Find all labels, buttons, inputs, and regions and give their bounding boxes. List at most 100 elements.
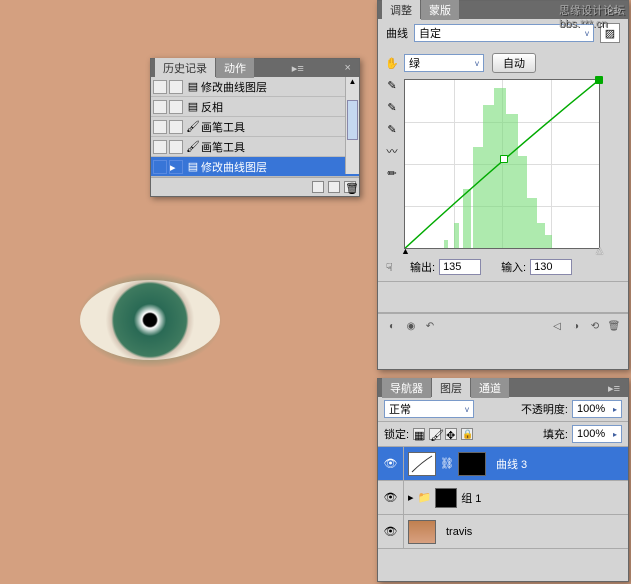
lock-position-icon[interactable]: ✥ (445, 428, 457, 440)
curve-draw-icon[interactable]: ✏ (384, 165, 400, 181)
layer-name[interactable]: 曲线 3 (490, 456, 527, 472)
blend-mode-select[interactable]: 正常v (384, 400, 474, 418)
history-item[interactable]: ▤ 反相 (151, 97, 359, 117)
document-icon: ▤ (185, 80, 201, 93)
history-item[interactable]: 🖌 画笔工具 (151, 117, 359, 137)
history-item-current[interactable]: ▸ ▤ 修改曲线图层 (151, 157, 359, 177)
auto-button[interactable]: 自动 (492, 53, 536, 73)
scrollbar-thumb[interactable] (347, 100, 358, 140)
layer-mask-thumb[interactable] (458, 452, 486, 476)
chevron-down-icon: v (475, 59, 479, 68)
channel-select[interactable]: 绿v (404, 54, 484, 72)
tab-channels[interactable]: 通道 (471, 378, 509, 398)
curve-path[interactable] (405, 80, 599, 248)
layers-panel: 导航器 图层 通道 ▸≡ 正常v 不透明度: 100%▸ 锁定: ▦ 🖌 ✥ 🔒… (377, 378, 629, 582)
input-label: 输入: (501, 259, 526, 275)
scrollbar-vertical[interactable]: ▲ (345, 77, 359, 174)
prev-icon[interactable]: ◁ (549, 318, 565, 334)
new-snapshot-icon[interactable] (328, 181, 340, 193)
link-icon[interactable]: ⛓ (440, 457, 454, 470)
history-footer: 🗑 (151, 177, 359, 196)
layer-row-group[interactable]: 👁 ▸ 📁 组 1 (378, 481, 628, 515)
layer-name[interactable]: 组 1 (461, 490, 481, 506)
history-item[interactable]: ▤ 修改曲线图层 (151, 77, 359, 97)
black-point-slider[interactable]: ▲ (401, 246, 410, 256)
tab-history[interactable]: 历史记录 (155, 58, 215, 78)
history-panel: 历史记录 动作 ▸≡ × ▤ 修改曲线图层 ▤ 反相 🖌 画笔工具 🖌 画笔工具… (150, 58, 360, 197)
curve-control-point[interactable] (500, 155, 508, 163)
panel-menu-icon[interactable]: ▸≡ (288, 62, 308, 75)
curve-point-icon[interactable]: 〰 (384, 143, 400, 159)
folder-icon: 📁 (418, 491, 432, 504)
tab-adjustments[interactable]: 调整 (382, 0, 420, 20)
brush-icon: 🖌 (185, 120, 201, 133)
view-icon[interactable]: ◉ (403, 318, 419, 334)
tab-actions[interactable]: 动作 (216, 58, 254, 78)
layers-header[interactable]: 导航器 图层 通道 ▸≡ (378, 379, 628, 397)
adjustments-panel: 调整 蒙版 ▸≡ 曲线 自定v ▨ ✋ ✎ ✎ ✎ 〰 ✏ 绿v 自动 (377, 0, 629, 370)
layers-lock-row: 锁定: ▦ 🖌 ✥ 🔒 填充: 100%▸ (378, 422, 628, 447)
lock-all-icon[interactable]: 🔒 (461, 428, 473, 440)
layer-row-curves[interactable]: 👁 ⛓ 曲线 3 (378, 447, 628, 481)
curves-tools: ✋ ✎ ✎ ✎ 〰 ✏ (382, 51, 402, 249)
expand-icon[interactable]: ▸ (404, 491, 418, 504)
document-icon: ▤ (185, 160, 201, 173)
brush-icon: 🖌 (185, 140, 201, 153)
lock-transparent-icon[interactable]: ▦ (413, 428, 425, 440)
history-label: 修改曲线图层 (201, 79, 267, 95)
reset-icon[interactable]: ⟲ (587, 318, 603, 334)
eyedropper-black-icon[interactable]: ✎ (384, 77, 400, 93)
input-input[interactable] (530, 259, 572, 275)
tab-navigator[interactable]: 导航器 (382, 378, 431, 398)
layer-name[interactable]: travis (440, 526, 472, 538)
document-icon: ▤ (185, 100, 201, 113)
chevron-down-icon: v (465, 405, 469, 414)
close-icon[interactable]: × (341, 62, 355, 74)
layers-options: 正常v 不透明度: 100%▸ (378, 397, 628, 422)
output-row: ☟ 输出: 输入: (378, 253, 628, 281)
hand-icon[interactable]: ☟ (386, 261, 406, 274)
adjust-footer: ◐ ◉ ↶ ◁ ◑ ⟲ 🗑 (378, 313, 628, 338)
output-input[interactable] (439, 259, 481, 275)
history-item[interactable]: 🖌 画笔工具 (151, 137, 359, 157)
channel-row: 绿v 自动 (404, 51, 624, 75)
hand-icon[interactable]: ✋ (384, 55, 400, 71)
eyedropper-white-icon[interactable]: ✎ (384, 121, 400, 137)
tab-layers[interactable]: 图层 (432, 378, 470, 398)
curves-graph[interactable]: ▲ △ (404, 79, 600, 249)
panel-menu-icon[interactable]: ▸≡ (604, 382, 624, 395)
visibility-toggle[interactable]: 👁 (378, 447, 404, 480)
group-mask-thumb[interactable] (435, 488, 457, 508)
reset-icon[interactable]: ↶ (422, 318, 438, 334)
lock-pixels-icon[interactable]: 🖌 (429, 428, 441, 440)
watermark: 思缘设计论坛 bbs.***.cn (559, 2, 625, 30)
curve-end-point[interactable] (595, 76, 603, 84)
layer-thumb-image[interactable] (408, 520, 436, 544)
history-header[interactable]: 历史记录 动作 ▸≡ × (151, 59, 359, 77)
history-label: 画笔工具 (201, 119, 245, 135)
history-label: 画笔工具 (201, 139, 245, 155)
fill-input[interactable]: 100%▸ (572, 425, 622, 443)
opacity-label: 不透明度: (521, 401, 568, 417)
layer-row-image[interactable]: 👁 travis (378, 515, 628, 549)
layer-thumb-curves[interactable] (408, 452, 436, 476)
trash-icon[interactable]: 🗑 (344, 181, 356, 193)
lock-label: 锁定: (384, 426, 409, 442)
trash-icon[interactable]: 🗑 (606, 318, 622, 334)
adjust-type-label: 曲线 (386, 25, 408, 41)
snapshot-icon[interactable] (312, 181, 324, 193)
opacity-input[interactable]: 100%▸ (572, 400, 622, 418)
visibility-toggle[interactable]: 👁 (378, 481, 404, 514)
photo-eye-region (80, 280, 220, 360)
history-label: 修改曲线图层 (201, 159, 267, 175)
visibility-toggle[interactable]: 👁 (378, 515, 404, 548)
history-list: ▤ 修改曲线图层 ▤ 反相 🖌 画笔工具 🖌 画笔工具 ▸ ▤ 修改曲线图层 (151, 77, 359, 177)
eyedropper-gray-icon[interactable]: ✎ (384, 99, 400, 115)
history-label: 反相 (201, 99, 223, 115)
white-point-slider[interactable]: △ (596, 245, 603, 256)
toggle-icon[interactable]: ◑ (568, 318, 584, 334)
tab-mask[interactable]: 蒙版 (421, 0, 459, 20)
output-label: 输出: (410, 259, 435, 275)
fill-label: 填充: (543, 426, 568, 442)
clip-icon[interactable]: ◐ (384, 318, 400, 334)
